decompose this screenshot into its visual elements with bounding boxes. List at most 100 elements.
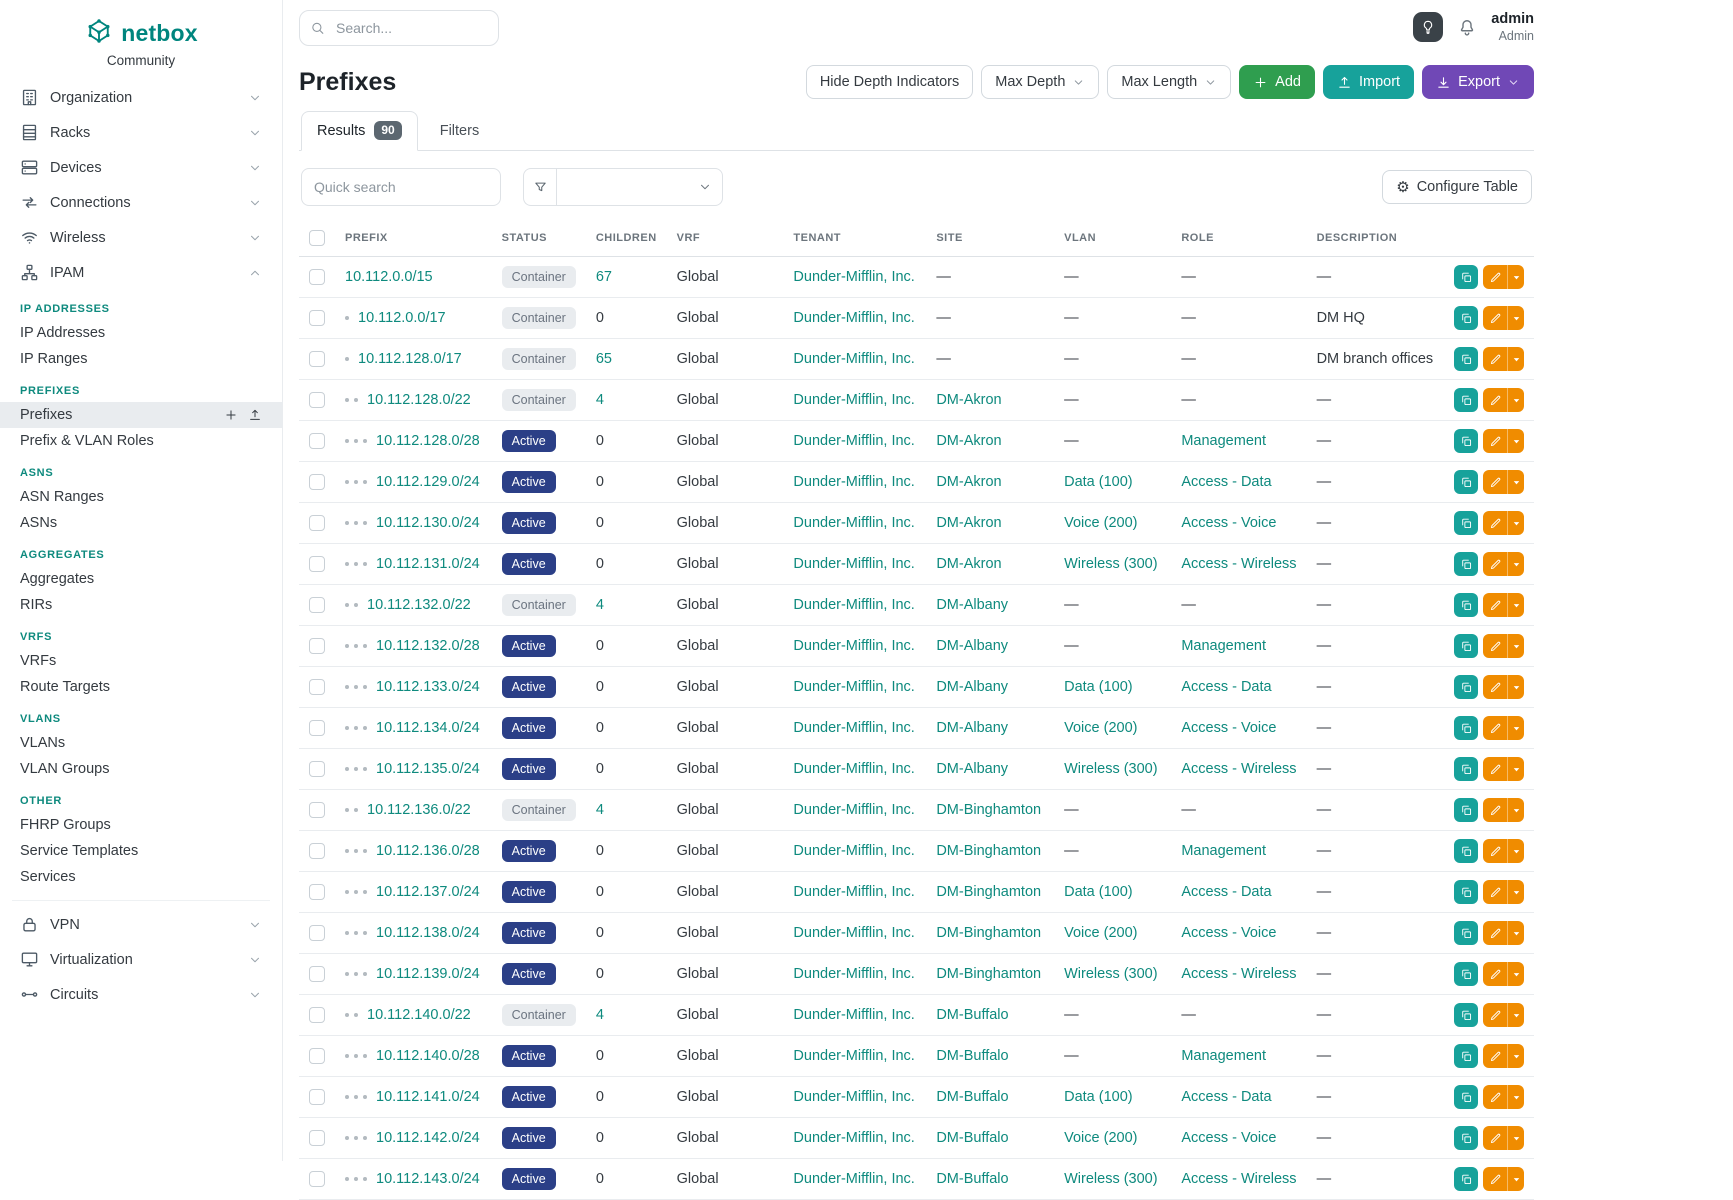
edit-button[interactable] [1483, 962, 1507, 986]
site-link[interactable]: DM-Albany [936, 597, 1008, 613]
site-link[interactable]: DM-Binghamton [936, 802, 1041, 818]
edit-button[interactable] [1483, 306, 1507, 330]
edit-dropdown-button[interactable] [1507, 306, 1524, 330]
edit-dropdown-button[interactable] [1507, 265, 1524, 289]
column-header-role[interactable]: Role [1171, 220, 1306, 257]
edit-button[interactable] [1483, 757, 1507, 781]
edit-button[interactable] [1483, 429, 1507, 453]
vlan-link[interactable]: Wireless (300) [1064, 761, 1157, 777]
role-link[interactable]: Access - Voice [1181, 720, 1276, 736]
select-all-checkbox[interactable] [309, 230, 325, 246]
edit-button[interactable] [1483, 552, 1507, 576]
edit-dropdown-button[interactable] [1507, 634, 1524, 658]
prefix-link[interactable]: 10.112.138.0/24 [376, 925, 480, 941]
prefix-link[interactable]: 10.112.129.0/24 [376, 474, 480, 490]
tenant-link[interactable]: Dunder-Mifflin, Inc. [793, 351, 914, 367]
row-checkbox[interactable] [309, 269, 325, 285]
copy-button[interactable] [1454, 921, 1478, 945]
row-checkbox[interactable] [309, 310, 325, 326]
edit-dropdown-button[interactable] [1507, 798, 1524, 822]
role-link[interactable]: Access - Wireless [1181, 556, 1296, 572]
edit-button[interactable] [1483, 1085, 1507, 1109]
prefix-link[interactable]: 10.112.140.0/28 [376, 1048, 480, 1064]
prefix-link[interactable]: 10.112.143.0/24 [376, 1171, 480, 1187]
row-checkbox[interactable] [309, 1089, 325, 1105]
edit-dropdown-button[interactable] [1507, 921, 1524, 945]
global-search-input[interactable] [299, 10, 499, 46]
row-checkbox[interactable] [309, 556, 325, 572]
row-checkbox[interactable] [309, 351, 325, 367]
edit-button[interactable] [1483, 921, 1507, 945]
column-header-vrf[interactable]: VRF [667, 220, 784, 257]
row-checkbox[interactable] [309, 1048, 325, 1064]
tenant-link[interactable]: Dunder-Mifflin, Inc. [793, 925, 914, 941]
edit-dropdown-button[interactable] [1507, 1126, 1524, 1150]
tenant-link[interactable]: Dunder-Mifflin, Inc. [793, 1171, 914, 1187]
tab-results[interactable]: Results 90 [301, 111, 418, 151]
children-link[interactable]: 4 [596, 392, 604, 408]
sidebar-item-service-templates[interactable]: Service Templates [0, 838, 282, 864]
row-checkbox[interactable] [309, 884, 325, 900]
hide-depth-indicators-button[interactable]: Hide Depth Indicators [806, 65, 973, 99]
tenant-link[interactable]: Dunder-Mifflin, Inc. [793, 1130, 914, 1146]
row-checkbox[interactable] [309, 925, 325, 941]
prefix-link[interactable]: 10.112.133.0/24 [376, 679, 480, 695]
row-checkbox[interactable] [309, 761, 325, 777]
row-checkbox[interactable] [309, 638, 325, 654]
max-length-dropdown[interactable]: Max Length [1107, 65, 1231, 99]
vlan-link[interactable]: Data (100) [1064, 1089, 1133, 1105]
prefix-link[interactable]: 10.112.136.0/28 [376, 843, 480, 859]
children-link[interactable]: 65 [596, 351, 612, 367]
site-link[interactable]: DM-Akron [936, 474, 1001, 490]
edit-button[interactable] [1483, 675, 1507, 699]
quick-search-input[interactable] [301, 168, 501, 206]
site-link[interactable]: DM-Buffalo [936, 1171, 1008, 1187]
tab-filters[interactable]: Filters [424, 111, 495, 151]
vlan-link[interactable]: Wireless (300) [1064, 556, 1157, 572]
sidebar-item-prefix-vlan-roles[interactable]: Prefix & VLAN Roles [0, 428, 282, 454]
role-link[interactable]: Management [1181, 843, 1266, 859]
edit-dropdown-button[interactable] [1507, 880, 1524, 904]
edit-button[interactable] [1483, 839, 1507, 863]
edit-dropdown-button[interactable] [1507, 429, 1524, 453]
row-checkbox[interactable] [309, 1007, 325, 1023]
tenant-link[interactable]: Dunder-Mifflin, Inc. [793, 515, 914, 531]
site-link[interactable]: DM-Albany [936, 679, 1008, 695]
copy-button[interactable] [1454, 552, 1478, 576]
sidebar-item-ip-ranges[interactable]: IP Ranges [0, 346, 282, 372]
site-link[interactable]: DM-Buffalo [936, 1089, 1008, 1105]
role-link[interactable]: Management [1181, 433, 1266, 449]
copy-button[interactable] [1454, 511, 1478, 535]
role-link[interactable]: Access - Data [1181, 679, 1271, 695]
prefix-link[interactable]: 10.112.135.0/24 [376, 761, 480, 777]
edit-dropdown-button[interactable] [1507, 716, 1524, 740]
row-checkbox[interactable] [309, 802, 325, 818]
edit-dropdown-button[interactable] [1507, 757, 1524, 781]
import-button[interactable]: Import [1323, 65, 1414, 99]
role-link[interactable]: Access - Voice [1181, 1130, 1276, 1146]
edit-button[interactable] [1483, 347, 1507, 371]
tenant-link[interactable]: Dunder-Mifflin, Inc. [793, 802, 914, 818]
edit-dropdown-button[interactable] [1507, 1003, 1524, 1027]
edit-dropdown-button[interactable] [1507, 470, 1524, 494]
site-link[interactable]: DM-Albany [936, 761, 1008, 777]
tenant-link[interactable]: Dunder-Mifflin, Inc. [793, 597, 914, 613]
column-header-prefix[interactable]: Prefix [335, 220, 492, 257]
copy-button[interactable] [1454, 757, 1478, 781]
edit-button[interactable] [1483, 388, 1507, 412]
role-link[interactable]: Access - Voice [1181, 515, 1276, 531]
copy-button[interactable] [1454, 1003, 1478, 1027]
role-link[interactable]: Management [1181, 638, 1266, 654]
copy-button[interactable] [1454, 716, 1478, 740]
column-header-status[interactable]: Status [492, 220, 586, 257]
role-link[interactable]: Access - Wireless [1181, 761, 1296, 777]
prefix-link[interactable]: 10.112.137.0/24 [376, 884, 480, 900]
edit-button[interactable] [1483, 1044, 1507, 1068]
site-link[interactable]: DM-Binghamton [936, 843, 1041, 859]
prefix-link[interactable]: 10.112.132.0/28 [376, 638, 480, 654]
sidebar-item-rirs[interactable]: RIRs [0, 592, 282, 618]
sidebar-item-route-targets[interactable]: Route Targets [0, 674, 282, 700]
sidebar-item-services[interactable]: Services [0, 864, 282, 890]
configure-table-button[interactable]: ⚙ Configure Table [1382, 170, 1532, 204]
copy-button[interactable] [1454, 429, 1478, 453]
